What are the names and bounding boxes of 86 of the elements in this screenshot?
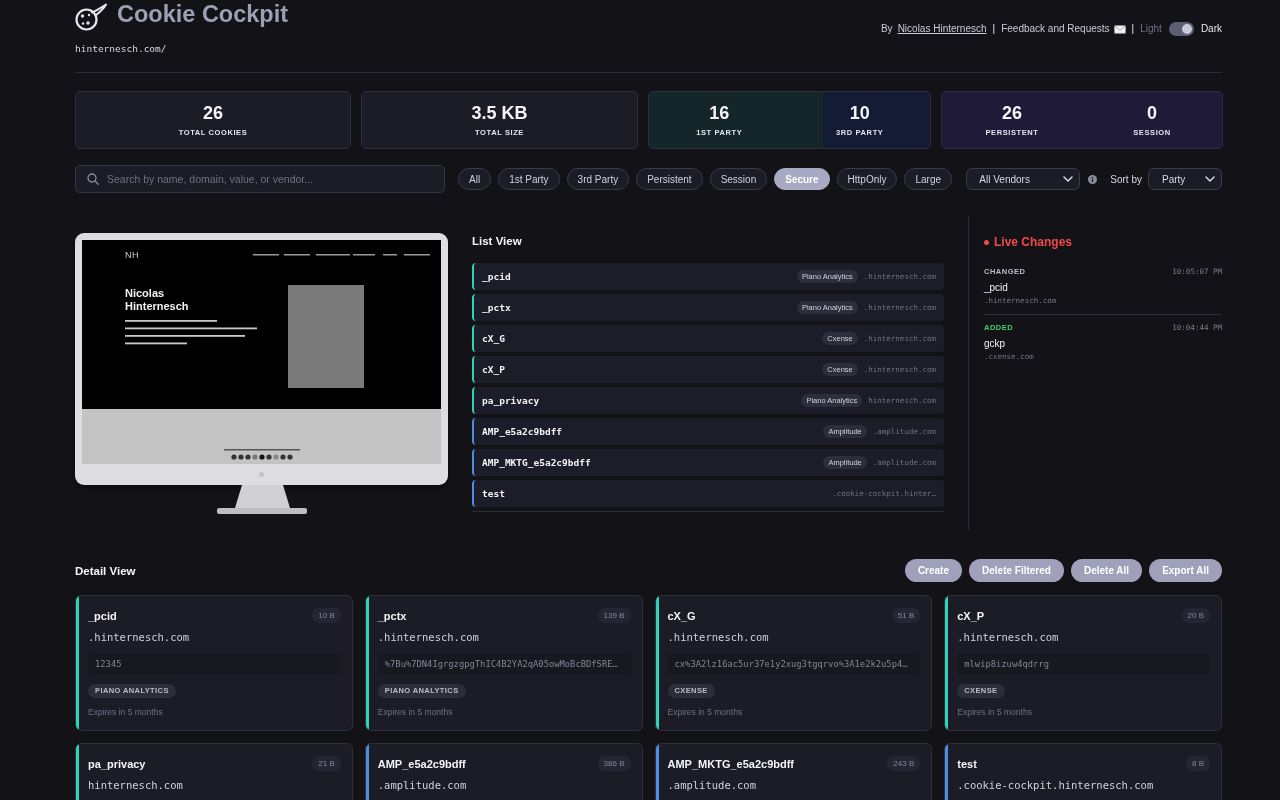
expiry-text: Expires in 5 months (88, 707, 163, 717)
cookie-domain: .cookie-cockpit.hinternesch.com (957, 779, 1154, 792)
cookie-value: 12345 (88, 653, 341, 675)
stat-value: 3.5 KB (471, 103, 528, 123)
cookie-name: gckp (984, 338, 1007, 350)
cookie-name: _pcid (984, 282, 1009, 294)
section-title: Detail View (75, 563, 136, 578)
cookie-domain: .hinternesch.com (667, 631, 769, 644)
size-badge: 51 B (891, 608, 921, 623)
filter-chip[interactable]: 1st Party (498, 168, 560, 190)
cookie-name: pa_privacy (88, 756, 146, 771)
author-link[interactable]: Nicolas Hinternesch (897, 22, 987, 36)
cookie-card[interactable]: AMP_e5a2c9bdff 386 B .amplitude.com (364, 743, 643, 800)
live-changes-title: Live Changes (994, 235, 1073, 249)
live-dot-icon (984, 239, 989, 245)
cookie-name: cX_G (667, 608, 696, 623)
vendor-dropdown[interactable]: All Vendors (966, 168, 1081, 190)
cookie-domain: .hinternesch.com (88, 631, 190, 644)
size-badge: 10 B (312, 608, 341, 623)
envelope-icon (1113, 24, 1126, 34)
site-logo: NH (125, 250, 139, 260)
cookie-name: test (482, 488, 505, 499)
filter-chip[interactable]: HttpOnly (836, 168, 898, 190)
stat-value: 26 (203, 103, 223, 123)
size-badge: 386 B (597, 756, 631, 771)
cookie-value: mlwip8izuw4qdrrg (957, 653, 1210, 675)
cookie-name: test (957, 756, 977, 771)
feedback-link[interactable]: Feedback and Requests (1001, 22, 1126, 36)
stat-value: 26 (1002, 103, 1022, 123)
cookie-domain: .amplitude.com (667, 779, 756, 792)
search-icon (87, 173, 99, 185)
stat-value: 0 (1147, 103, 1157, 123)
separator: | (991, 22, 997, 36)
separator: | (1130, 22, 1136, 36)
cookie-icon (75, 3, 107, 31)
cookie-name: _pctx (377, 608, 407, 623)
cookie-domain: .amplitude.com (377, 779, 467, 792)
expiry-text: Expires in 5 months (667, 707, 743, 717)
expiry-text: Expires in 5 months (377, 707, 453, 717)
cookie-domain: hinternesch.com (88, 779, 183, 792)
filter-chip[interactable]: 3rd Party (566, 168, 630, 190)
stat-value: 16 (709, 103, 730, 123)
cookie-card[interactable]: test 8 B .cookie-cockpit.hinternesch.com (944, 743, 1222, 800)
size-badge: 20 B (1181, 608, 1210, 623)
sort-dropdown[interactable]: Party (1148, 168, 1222, 190)
cookie-name: pa_privacy (482, 395, 540, 406)
cookie-card[interactable]: pa_privacy 21 B hinternesch.com (75, 743, 353, 800)
expiry-text: Expires in 5 months (957, 707, 1032, 717)
filter-chip[interactable]: Persistent (636, 168, 703, 190)
app-title: Cookie Cockpit (117, 1, 289, 27)
cookie-name: _pcid (88, 608, 117, 623)
byline-text: By (880, 22, 893, 36)
cookie-value: %7Bu%7DN4IgrgzgpgThIC4B2YA2qA05owMoBcBDfSRE… (377, 653, 631, 675)
chevron-down-icon (1205, 176, 1215, 182)
dark-label: Dark (1200, 22, 1222, 36)
cookie-name: cX_P (482, 364, 505, 375)
cookie-name: _pcid (482, 271, 511, 282)
filter-chip[interactable]: All (458, 168, 492, 190)
theme-toggle[interactable] (1168, 22, 1194, 36)
cookie-name: AMP_e5a2c9bdff (377, 756, 466, 771)
filter-chip[interactable]: Session (709, 168, 768, 190)
cookie-domain: .hinternesch.com (957, 631, 1059, 644)
cookie-domain: .hinternesch.com (377, 631, 479, 644)
sort-label: Sort by (1110, 173, 1142, 185)
size-badge: 139 B (597, 608, 631, 623)
size-badge: 21 B (312, 756, 341, 771)
cookie-name: _pctx (482, 302, 511, 313)
cookie-name: AMP_MKTG_e5a2c9bdff (667, 756, 795, 771)
cookie-value: cx%3A2lz16ac5ur37e1y2xug3tgqrvo%3A1e2k2u5p4… (667, 653, 921, 675)
site-url: hinternesch.com/ (75, 43, 168, 55)
cookie-card[interactable]: AMP_MKTG_e5a2c9bdff 243 B .amplitude.com (654, 743, 933, 800)
cookie-name: AMP_e5a2c9bdff (482, 426, 563, 437)
camera-icon (259, 472, 264, 477)
size-badge: 8 B (1186, 756, 1210, 771)
light-label: Light (1140, 22, 1162, 36)
chevron-down-icon (1063, 176, 1074, 182)
cookie-name: cX_G (482, 333, 505, 344)
cookie-name: AMP_MKTG_e5a2c9bdff (482, 457, 591, 468)
size-badge: 243 B (887, 756, 921, 771)
site-heading: Nicolas Hinternesch (125, 287, 190, 312)
search-field[interactable]: Search by name, domain, value, or vendor... (75, 165, 445, 193)
stat-value: 10 (849, 103, 870, 123)
filter-chip[interactable]: Large (904, 168, 953, 190)
cookie-name: cX_P (957, 608, 985, 623)
info-icon[interactable] (1088, 174, 1098, 184)
section-title: List View (472, 234, 523, 248)
